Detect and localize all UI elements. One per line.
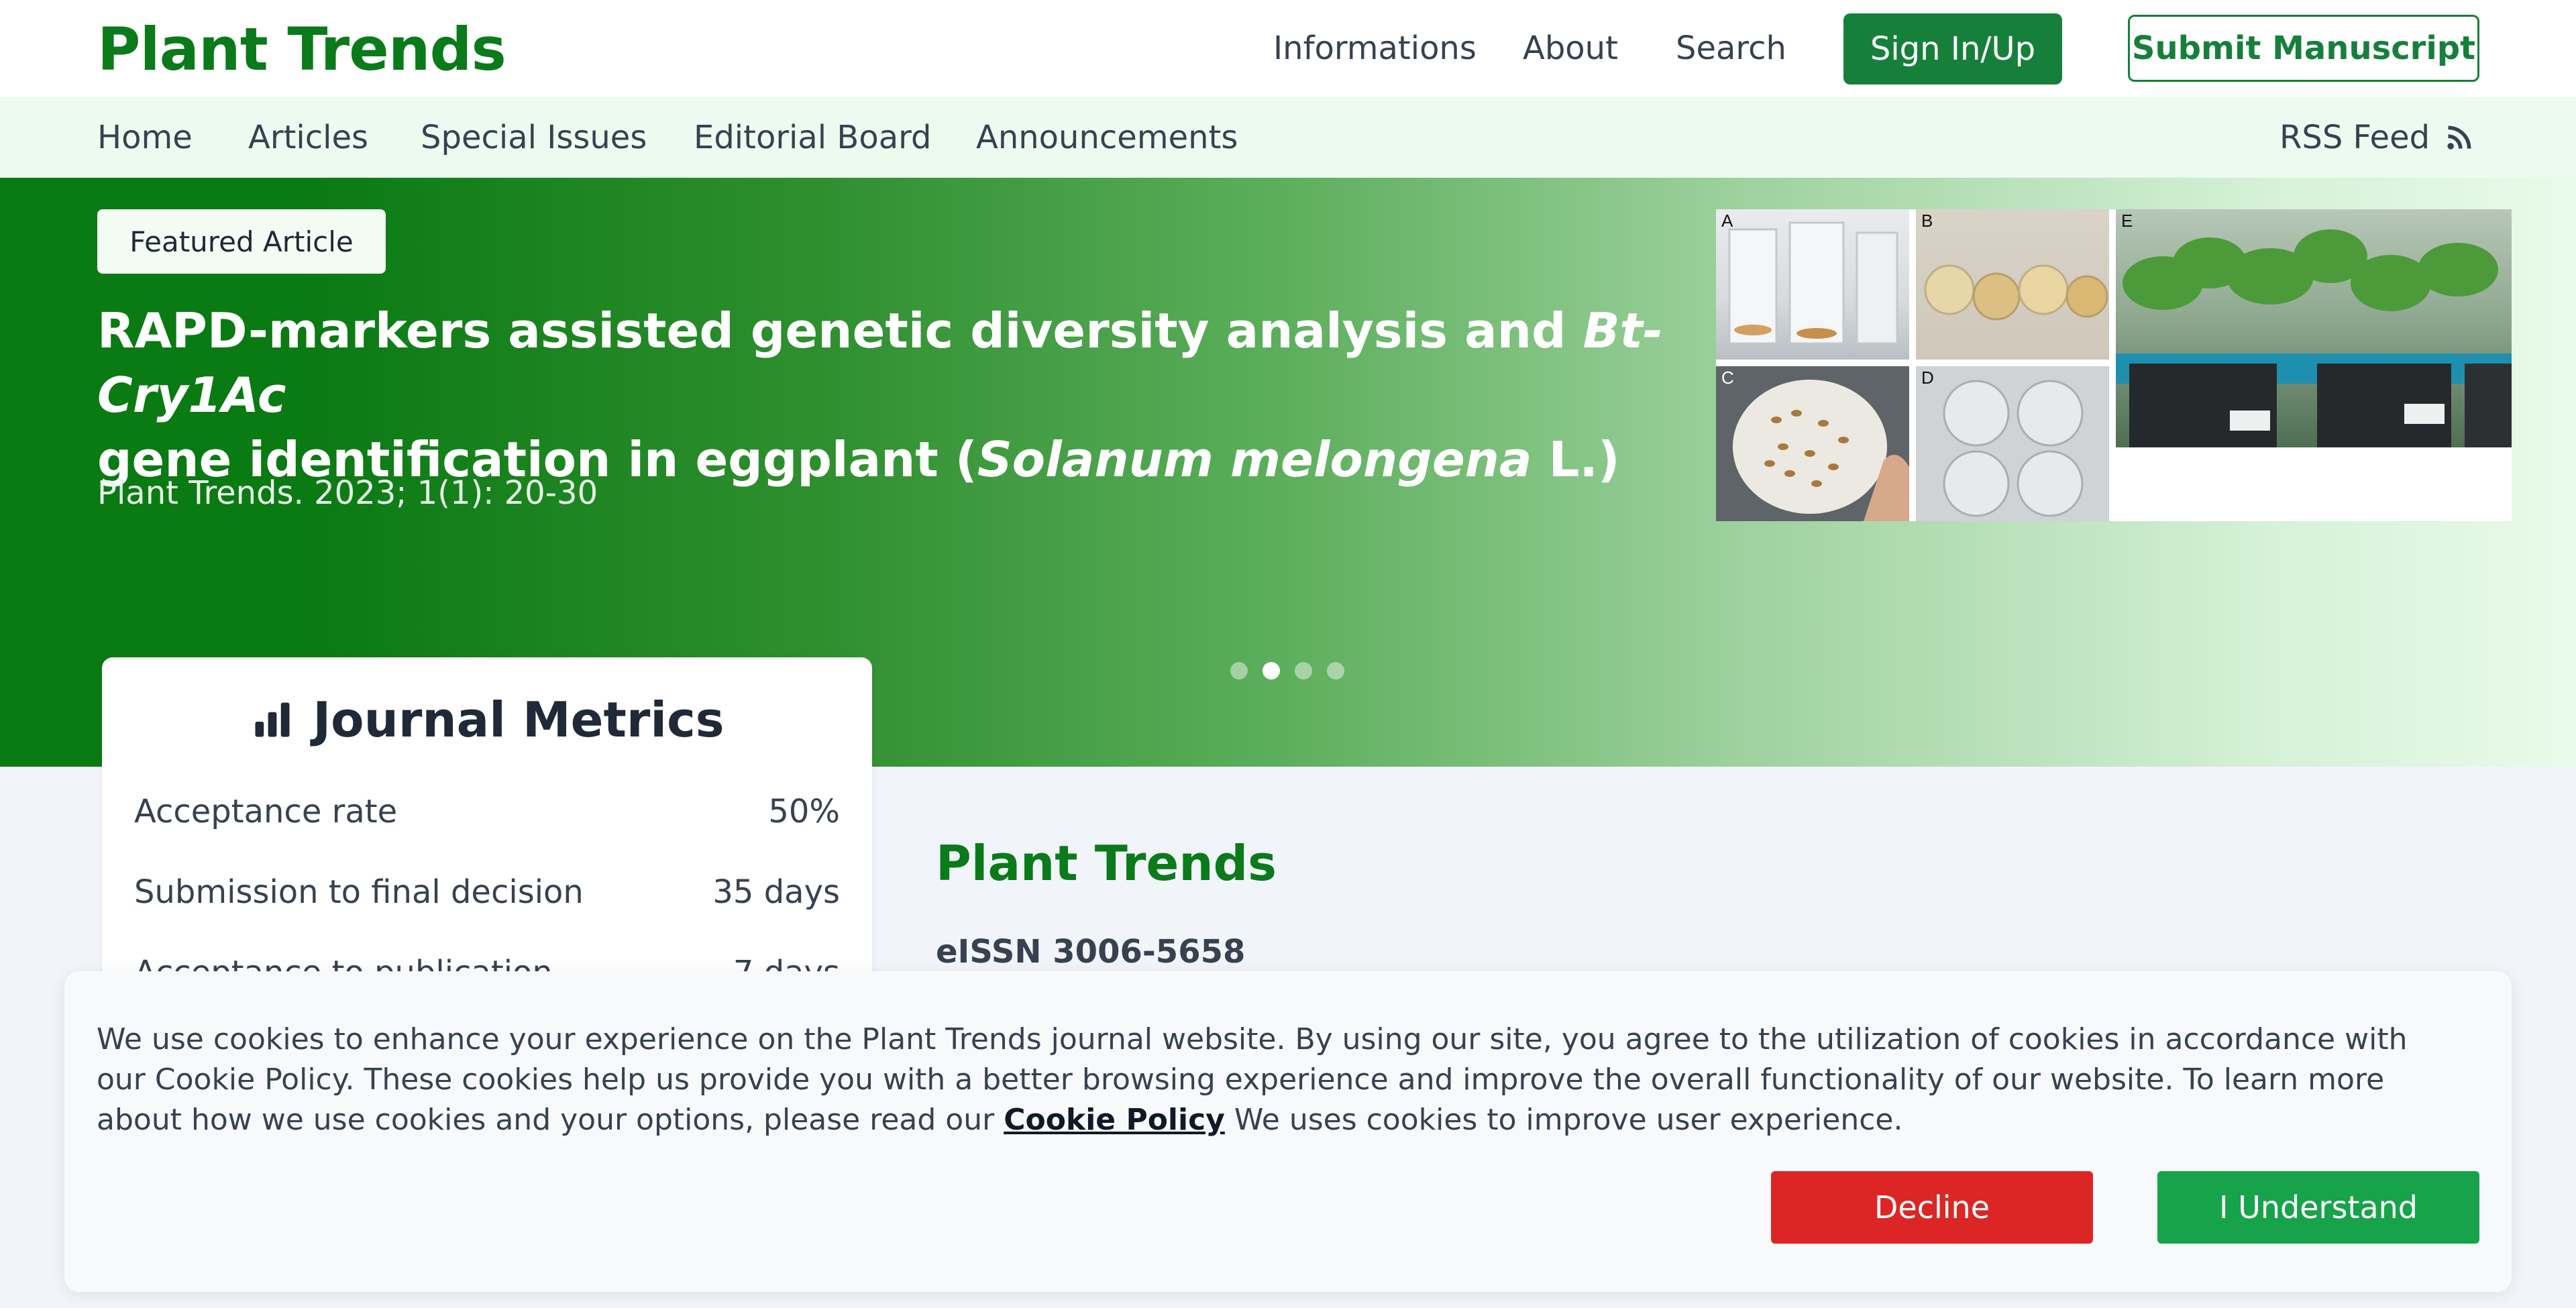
metric-value: 50% xyxy=(768,793,840,830)
featured-article-badge: Featured Article xyxy=(97,209,386,274)
site-logo[interactable]: Plant Trends xyxy=(97,9,506,90)
title-part-1: RAPD-markers assisted genetic diversity … xyxy=(97,303,1583,359)
metric-value: 35 days xyxy=(712,873,840,911)
nav-search[interactable]: Search xyxy=(1676,30,1786,67)
submit-manuscript-button[interactable]: Submit Manuscript xyxy=(2128,15,2479,82)
title-italic-2: Solanum melongena xyxy=(977,431,1532,488)
petri-dish-illustration xyxy=(1733,380,1909,521)
featured-article-citation: Plant Trends. 2023; 1(1): 20-30 xyxy=(97,474,598,512)
nav-home[interactable]: Home xyxy=(97,119,193,156)
carousel-dot-2[interactable] xyxy=(1263,662,1280,679)
rss-icon xyxy=(2447,125,2471,150)
carousel-indicators xyxy=(1230,662,1344,679)
figure-panel-e: E xyxy=(2116,209,2512,447)
carousel-dot-3[interactable] xyxy=(1295,662,1312,679)
rss-feed-label: RSS Feed xyxy=(2279,119,2430,156)
figure-panel-label: D xyxy=(1921,368,1934,388)
nav-announcements[interactable]: Announcements xyxy=(976,119,1238,156)
cookie-message-text-after: We uses cookies to improve user experien… xyxy=(1224,1103,1903,1137)
figure-panel-label: A xyxy=(1721,211,1733,231)
accept-cookies-button[interactable]: I Understand xyxy=(2157,1171,2479,1244)
sign-in-button[interactable]: Sign In/Up xyxy=(1843,13,2062,85)
metric-row: Submission to final decision 35 days xyxy=(134,872,840,912)
title-part-3: L.) xyxy=(1532,431,1620,488)
labeled-dishes-illustration xyxy=(1943,380,2084,517)
featured-article-title[interactable]: RAPD-markers assisted genetic diversity … xyxy=(97,298,1707,492)
decline-cookies-button[interactable]: Decline xyxy=(1771,1171,2093,1244)
main-nav: Home Articles Special Issues Editorial B… xyxy=(0,97,2576,178)
metric-row: Acceptance rate 50% xyxy=(134,792,840,832)
metric-label: Acceptance rate xyxy=(134,793,398,830)
cookie-consent-banner: We use cookies to enhance your experienc… xyxy=(64,971,2512,1292)
figure-panel-a: A xyxy=(1716,209,1909,360)
figure-panel-label: B xyxy=(1921,211,1933,231)
journal-name-heading: Plant Trends xyxy=(936,835,1277,891)
figure-panel-label: C xyxy=(1721,368,1734,388)
featured-article-image[interactable]: A B C D E xyxy=(1716,209,2512,521)
figure-panel-label: E xyxy=(2121,211,2133,231)
journal-metrics-title: Journal Metrics xyxy=(313,692,724,748)
figure-panel-c: C xyxy=(1716,366,1909,521)
journal-metrics-heading: Journal Metrics xyxy=(102,690,872,750)
flasks-illustration xyxy=(1924,264,2108,321)
vials-illustration xyxy=(1728,221,1898,345)
plants-illustration xyxy=(2116,229,2512,447)
figure-panel-d: D xyxy=(1916,366,2109,521)
carousel-dot-4[interactable] xyxy=(1327,662,1344,679)
nav-articles[interactable]: Articles xyxy=(248,119,368,156)
figure-panel-b: B xyxy=(1916,209,2109,360)
nav-about[interactable]: About xyxy=(1523,30,1618,67)
journal-issn: eISSN 3006-5658 xyxy=(936,933,1246,971)
top-header: Plant Trends Informations About Search S… xyxy=(0,0,2576,97)
rss-feed-link[interactable]: RSS Feed xyxy=(2279,119,2474,156)
bar-chart-icon xyxy=(255,702,290,737)
cookie-policy-link[interactable]: Cookie Policy xyxy=(1004,1103,1225,1137)
metric-label: Submission to final decision xyxy=(134,873,584,911)
nav-special-issues[interactable]: Special Issues xyxy=(421,119,647,156)
nav-informations[interactable]: Informations xyxy=(1273,30,1477,67)
nav-editorial-board[interactable]: Editorial Board xyxy=(694,119,931,156)
cookie-message: We use cookies to enhance your experienc… xyxy=(97,1020,2431,1140)
carousel-dot-1[interactable] xyxy=(1230,662,1248,679)
